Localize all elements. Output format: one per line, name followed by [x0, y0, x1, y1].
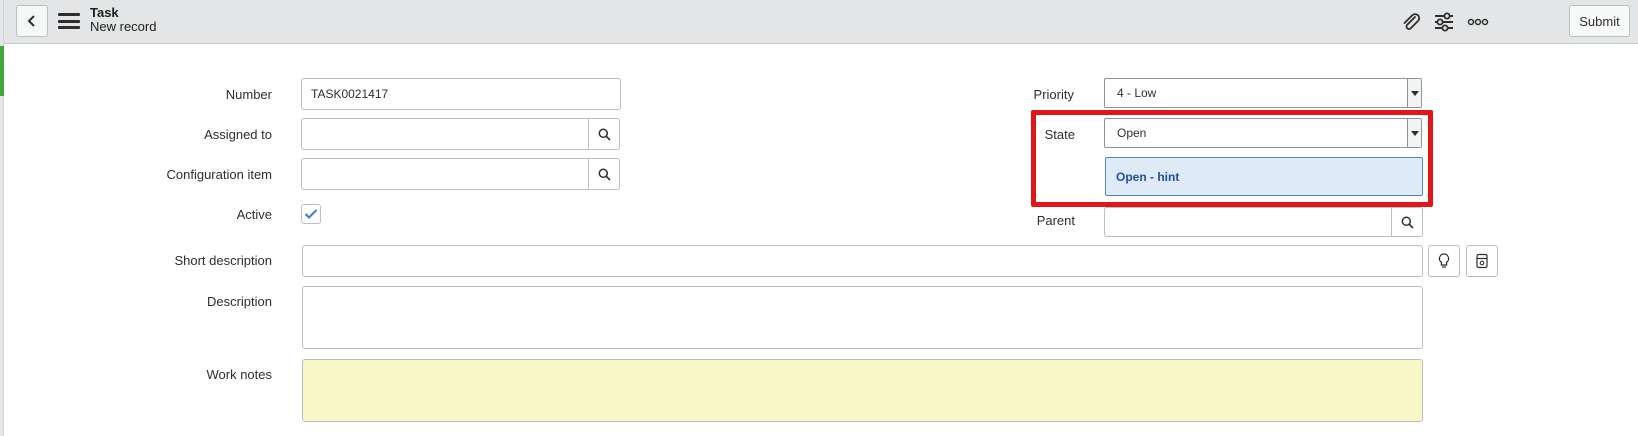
active-label: Active	[236, 207, 272, 222]
personalize-form-button[interactable]	[1430, 8, 1458, 36]
paperclip-icon	[1403, 13, 1421, 30]
assigned-to-lookup-button[interactable]	[588, 118, 620, 150]
short-description-label: Short description	[174, 253, 272, 268]
form-header: Task New record Submit	[4, 0, 1638, 44]
template-button[interactable]	[1466, 245, 1498, 277]
more-options-button[interactable]	[1464, 8, 1492, 36]
more-options-icon	[1467, 18, 1489, 26]
back-button[interactable]	[16, 5, 48, 37]
hamburger-menu-icon[interactable]	[58, 11, 80, 31]
assigned-to-field[interactable]	[301, 118, 589, 150]
number-field[interactable]: TASK0021417	[301, 78, 621, 110]
lightbulb-icon	[1438, 253, 1450, 268]
active-checkbox[interactable]	[301, 204, 321, 224]
configuration-item-label: Configuration item	[166, 167, 273, 182]
left-accent-bar	[0, 46, 4, 96]
submit-button[interactable]: Submit	[1569, 5, 1630, 37]
suggestion-button[interactable]	[1428, 245, 1460, 277]
parent-field[interactable]	[1104, 207, 1392, 237]
description-label: Description	[206, 294, 272, 309]
checkmark-icon	[304, 209, 318, 219]
priority-select[interactable]: 4 - Low	[1104, 78, 1422, 108]
priority-label: Priority	[1033, 87, 1074, 102]
attachment-button[interactable]	[1397, 8, 1425, 36]
number-label: Number	[225, 87, 272, 102]
work-notes-label: Work notes	[206, 367, 272, 382]
parent-lookup-button[interactable]	[1391, 207, 1423, 237]
page-title: Task	[90, 5, 119, 20]
template-icon	[1476, 253, 1488, 269]
search-icon	[1401, 216, 1414, 229]
parent-label: Parent	[1036, 213, 1075, 228]
chevron-left-icon	[27, 15, 35, 27]
configuration-item-field[interactable]	[301, 158, 589, 190]
page: Task New record Submit Number TASK002141…	[0, 0, 1638, 436]
chevron-down-icon	[1407, 79, 1421, 107]
priority-value: 4 - Low	[1117, 86, 1157, 100]
search-icon	[598, 128, 611, 141]
work-notes-field[interactable]	[302, 359, 1423, 422]
short-description-field[interactable]	[302, 245, 1423, 277]
description-field[interactable]	[302, 286, 1423, 349]
assigned-to-label: Assigned to	[204, 127, 272, 142]
configuration-item-lookup-button[interactable]	[588, 158, 620, 190]
page-subtitle: New record	[90, 19, 157, 34]
highlight-box	[1031, 110, 1433, 207]
search-icon	[598, 168, 611, 181]
sliders-icon	[1435, 12, 1453, 32]
